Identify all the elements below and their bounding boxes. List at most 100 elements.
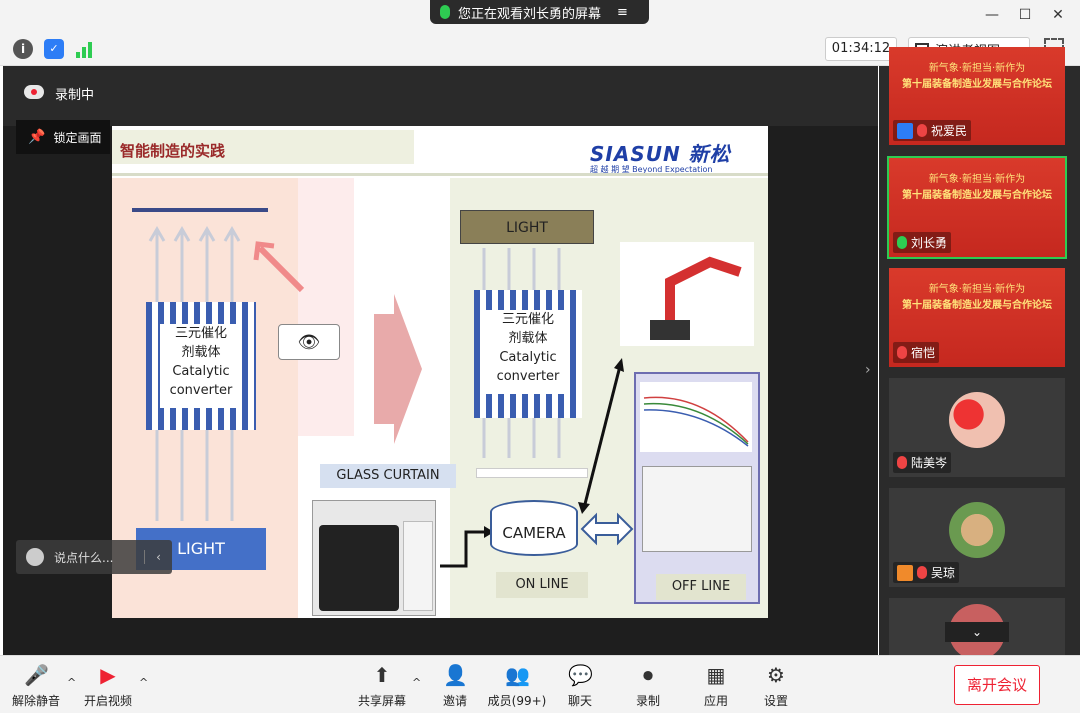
menu-icon[interactable]: ≡ xyxy=(617,5,628,20)
close-button[interactable]: ✕ xyxy=(1047,4,1069,26)
robot-arm-image xyxy=(620,242,754,346)
mic-muted-icon xyxy=(897,346,907,359)
tile-banner-title: 第十届装备制造业发展与合作论坛 xyxy=(902,190,1052,201)
mic-off-icon: 🎤 xyxy=(24,663,49,687)
start-video-label: 开启视频 xyxy=(83,694,132,708)
participant-name: 祝爱民 xyxy=(931,124,968,138)
reflection-arrow-icon xyxy=(253,241,305,293)
apps-button[interactable]: ▦ 应用 xyxy=(684,660,748,710)
eye-icon: 👁 xyxy=(278,324,340,360)
video-off-icon: ▶ xyxy=(100,663,116,687)
record-icon: ⏺ xyxy=(643,663,653,687)
right-converter-label: 三元催化 剂载体 Catalytic converter xyxy=(486,310,570,394)
tile-banner-title: 第十届装备制造业发展与合作论坛 xyxy=(902,79,1052,90)
security-shield-icon[interactable]: ✓ xyxy=(44,39,64,59)
inspection-software-screenshot xyxy=(312,500,436,616)
scroll-down-icon[interactable]: ⌄ xyxy=(945,622,1009,642)
user-icon xyxy=(897,122,913,139)
start-video-button[interactable]: ▶ 开启视频 xyxy=(76,660,140,710)
tile-banner-slogan: 新气象·新担当·新作为 xyxy=(928,63,1026,74)
participant-name: 宿恺 xyxy=(911,346,936,360)
invite-label: 邀请 xyxy=(442,694,467,708)
invite-button[interactable]: 👤 邀请 xyxy=(423,660,487,710)
recording-label: 录制中 xyxy=(55,88,95,103)
chat-quick-input[interactable]: 说点什么... ‹ xyxy=(16,540,172,574)
meeting-timer: 01:34:12 xyxy=(825,37,897,61)
share-screen-label: 共享屏幕 xyxy=(357,694,406,708)
record-button[interactable]: ⏺ 录制 xyxy=(616,660,680,710)
members-label: 成员(99+) xyxy=(487,694,547,708)
apps-grid-icon: ▦ xyxy=(706,663,726,687)
lock-view-label: 锁定画面 xyxy=(53,130,102,145)
minimize-button[interactable]: — xyxy=(981,4,1003,26)
offline-fixture-image xyxy=(642,466,752,552)
participant-name: 刘长勇 xyxy=(911,236,948,250)
recording-cloud-icon xyxy=(24,85,44,99)
share-screen-button[interactable]: ⬆ 共享屏幕 xyxy=(350,660,414,710)
slide-title: 智能制造的实践 xyxy=(120,142,226,160)
chat-placeholder: 说点什么... xyxy=(54,550,114,565)
audio-options-chevron-icon[interactable]: ^ xyxy=(67,676,76,689)
next-page-icon[interactable]: › xyxy=(865,362,871,378)
recording-bar xyxy=(3,66,878,126)
chat-icon: 💬 xyxy=(568,663,593,687)
pin-icon: 📌 xyxy=(28,129,46,145)
glass-curtain-bar xyxy=(476,468,588,478)
info-icon[interactable]: i xyxy=(13,39,33,59)
avatar xyxy=(949,502,1005,558)
participant-tile[interactable]: 陆美岑 xyxy=(889,378,1065,477)
avatar xyxy=(949,392,1005,448)
tile-banner-title: 第十届装备制造业发展与合作论坛 xyxy=(902,300,1052,311)
left-converter-label: 三元催化 剂载体 Catalytic converter xyxy=(160,324,242,408)
camera-label: CAMERA xyxy=(502,524,566,542)
offline-curve-chart xyxy=(640,382,752,452)
participant-tile[interactable]: 新气象·新担当·新作为 第十届装备制造业发展与合作论坛 宿恺 xyxy=(889,268,1065,367)
emoji-icon[interactable] xyxy=(26,548,44,566)
participant-tile-active[interactable]: 新气象·新担当·新作为 第十届装备制造业发展与合作论坛 刘长勇 xyxy=(887,156,1067,259)
user-icon xyxy=(897,564,913,581)
leave-meeting-button[interactable]: 离开会议 xyxy=(954,665,1040,705)
tile-banner-slogan: 新气象·新担当·新作为 xyxy=(928,174,1026,185)
unmute-label: 解除静音 xyxy=(11,694,60,708)
members-icon: 👥 xyxy=(505,663,530,687)
apps-label: 应用 xyxy=(703,694,728,708)
participant-tile[interactable]: ⌄ xyxy=(889,598,1065,655)
share-screen-icon: ⬆ xyxy=(373,663,391,687)
presentation-slide: 智能制造的实践 SIASUN 新松 超 越 期 望 Beyond Expecta… xyxy=(112,126,768,618)
participant-name: 吴琼 xyxy=(931,566,956,580)
lock-view-button[interactable]: 📌 锁定画面 xyxy=(16,120,110,154)
unmute-button[interactable]: 🎤 解除静音 xyxy=(4,660,68,710)
siasun-logo: SIASUN 新松 xyxy=(590,142,731,166)
glass-curtain-label: GLASS CURTAIN xyxy=(320,464,456,488)
members-button[interactable]: 👥 成员(99+) xyxy=(485,660,549,710)
bidirectional-arrow-icon xyxy=(580,512,634,546)
detector-line xyxy=(132,208,268,212)
speaker-mic-icon xyxy=(440,5,450,19)
invite-user-icon: 👤 xyxy=(443,663,468,687)
right-light-label: LIGHT xyxy=(460,210,594,244)
chat-button[interactable]: 💬 聊天 xyxy=(548,660,612,710)
off-line-label: OFF LINE xyxy=(656,574,746,600)
flow-arrow-icon xyxy=(374,294,422,444)
participant-name: 陆美岑 xyxy=(911,456,948,470)
video-options-chevron-icon[interactable]: ^ xyxy=(139,676,148,689)
sharing-text: 您正在观看刘长勇的屏幕 xyxy=(458,6,602,22)
maximize-button[interactable]: ☐ xyxy=(1014,4,1036,26)
robot-link-arrow-icon xyxy=(578,358,624,514)
mic-muted-icon xyxy=(917,566,927,579)
share-options-chevron-icon[interactable]: ^ xyxy=(412,676,421,689)
mic-muted-icon xyxy=(897,456,907,469)
collapse-icon[interactable]: ‹ xyxy=(144,550,172,564)
record-label: 录制 xyxy=(635,694,660,708)
signal-icon[interactable] xyxy=(74,40,94,58)
participant-tile[interactable]: 新气象·新担当·新作为 第十届装备制造业发展与合作论坛 祝爱民 xyxy=(889,47,1065,145)
settings-button[interactable]: ⚙ 设置 xyxy=(744,660,808,710)
mic-muted-icon xyxy=(917,124,927,137)
chat-label: 聊天 xyxy=(567,694,592,708)
participant-tile[interactable]: 吴琼 xyxy=(889,488,1065,587)
gear-icon: ⚙ xyxy=(767,663,785,687)
sharing-indicator[interactable]: 您正在观看刘长勇的屏幕 ≡ xyxy=(430,0,649,24)
settings-label: 设置 xyxy=(763,694,788,708)
mic-live-icon xyxy=(897,236,907,249)
on-line-label: ON LINE xyxy=(496,572,588,598)
